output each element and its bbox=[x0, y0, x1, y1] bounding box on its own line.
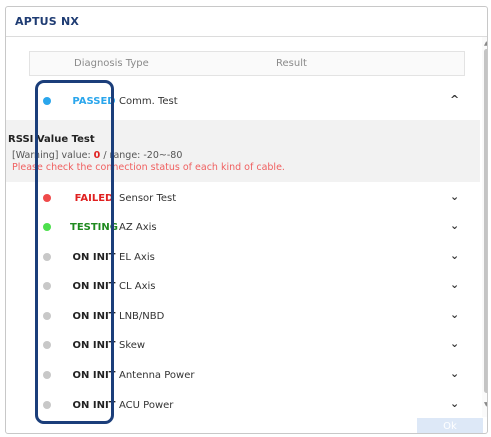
chevron-down-icon[interactable]: ⌄ bbox=[450, 397, 459, 410]
header-diagnosis-type: Diagnosis Type bbox=[74, 58, 149, 69]
status-label: ON INIT bbox=[72, 252, 116, 263]
status-label: FAILED bbox=[74, 193, 114, 204]
diagnosis-type-label: ACU Power bbox=[119, 400, 174, 411]
chevron-down-icon[interactable]: ⌄ bbox=[450, 308, 459, 321]
diagnosis-row-az-axis[interactable]: TESTING AZ Axis ⌄ bbox=[6, 213, 480, 243]
detail-title: RSSI Value Test bbox=[8, 134, 95, 145]
status-label: ON INIT bbox=[72, 340, 116, 351]
chevron-down-icon[interactable]: ⌄ bbox=[450, 219, 459, 232]
diagnosis-type-label: EL Axis bbox=[119, 252, 155, 263]
scrollbar-thumb[interactable] bbox=[484, 49, 487, 393]
status-dot bbox=[43, 253, 51, 261]
window-title: APTUS NX bbox=[15, 15, 80, 28]
header-result: Result bbox=[276, 58, 307, 69]
diagnosis-row-acu-power[interactable]: ON INIT ACU Power ⌄ bbox=[6, 391, 480, 421]
diagnosis-row-comm-test[interactable]: PASSED Comm. Test ^ bbox=[6, 87, 480, 117]
status-dot bbox=[43, 401, 51, 409]
status-dot bbox=[43, 97, 51, 105]
chevron-up-icon[interactable]: ^ bbox=[450, 93, 459, 106]
status-label: PASSED bbox=[72, 96, 116, 107]
diagnosis-type-label: Sensor Test bbox=[119, 193, 177, 204]
diagnosis-row-sensor-test[interactable]: FAILED Sensor Test ⌄ bbox=[6, 184, 480, 214]
scroll-down-icon[interactable]: ▼ bbox=[484, 401, 487, 408]
status-label: ON INIT bbox=[72, 400, 116, 411]
chevron-down-icon[interactable]: ⌄ bbox=[450, 337, 459, 350]
chevron-down-icon[interactable]: ⌄ bbox=[450, 367, 459, 380]
diagnosis-type-label: Skew bbox=[119, 340, 146, 351]
diagnosis-row-el-axis[interactable]: ON INIT EL Axis ⌄ bbox=[6, 243, 480, 273]
diagnosis-row-antenna-power[interactable]: ON INIT Antenna Power ⌄ bbox=[6, 361, 480, 391]
diagnosis-type-label: Comm. Test bbox=[119, 96, 178, 107]
status-dot bbox=[43, 194, 51, 202]
diagnosis-dialog: APTUS NX Diagnosis Type Result PASSED Co… bbox=[5, 6, 488, 434]
diagnosis-row-skew[interactable]: ON INIT Skew ⌄ bbox=[6, 331, 480, 361]
status-label: TESTING bbox=[70, 222, 118, 233]
status-dot bbox=[43, 223, 51, 231]
table-header: Diagnosis Type Result bbox=[29, 51, 465, 76]
diagnosis-type-label: CL Axis bbox=[119, 281, 156, 292]
chevron-down-icon[interactable]: ⌄ bbox=[450, 249, 459, 262]
status-label: ON INIT bbox=[72, 370, 116, 381]
warning-suffix: / range: -20~-80 bbox=[100, 150, 183, 161]
diagnosis-type-label: Antenna Power bbox=[119, 370, 195, 381]
detail-warning: [Warning] value: 0 / range: -20~-80 bbox=[12, 150, 182, 161]
diagnosis-row-cl-axis[interactable]: ON INIT CL Axis ⌄ bbox=[6, 272, 480, 302]
detail-panel-rssi: RSSI Value Test [Warning] value: 0 / ran… bbox=[6, 120, 480, 182]
status-dot bbox=[43, 341, 51, 349]
status-label: ON INIT bbox=[72, 311, 116, 322]
warning-prefix: [Warning] value: bbox=[12, 150, 94, 161]
diagnosis-type-label: LNB/NBD bbox=[119, 311, 165, 322]
detail-message: Please check the connection status of ea… bbox=[12, 162, 285, 173]
chevron-down-icon[interactable]: ⌄ bbox=[450, 278, 459, 291]
status-dot bbox=[43, 282, 51, 290]
status-dot bbox=[43, 312, 51, 320]
scroll-up-icon[interactable]: ▲ bbox=[484, 40, 487, 47]
ok-button[interactable]: Ok bbox=[417, 418, 483, 433]
status-label: ON INIT bbox=[72, 281, 116, 292]
title-bar: APTUS NX bbox=[6, 7, 487, 37]
chevron-down-icon[interactable]: ⌄ bbox=[450, 190, 459, 203]
status-dot bbox=[43, 371, 51, 379]
diagnosis-row-lnb-nbd[interactable]: ON INIT LNB/NBD ⌄ bbox=[6, 302, 480, 332]
diagnosis-type-label: AZ Axis bbox=[119, 222, 157, 233]
